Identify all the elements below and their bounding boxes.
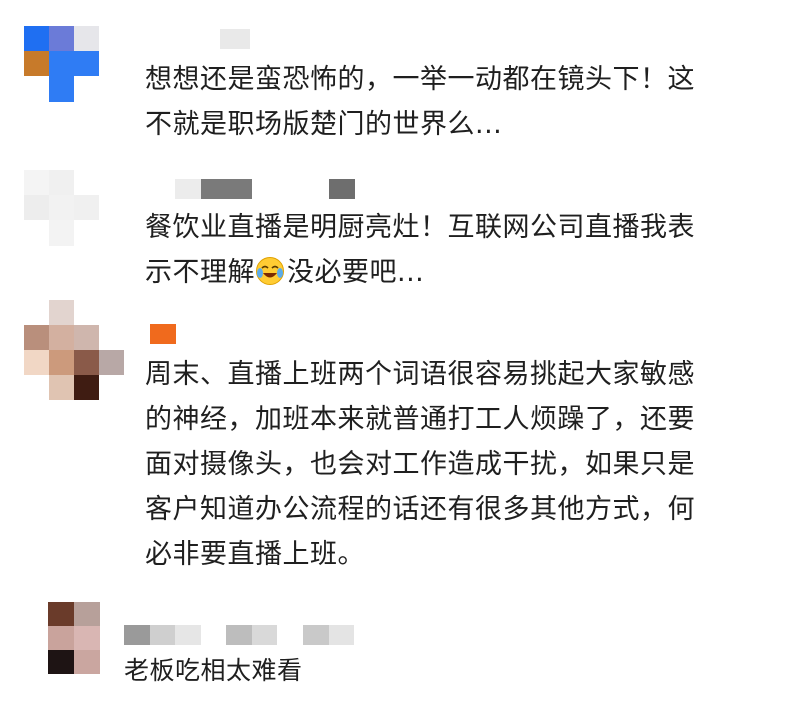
avatar-pixel [74, 602, 100, 626]
avatar-pixel [74, 350, 99, 375]
avatar-pixel [49, 51, 74, 76]
avatar-pixel [99, 76, 124, 102]
avatar-pixel [24, 220, 49, 246]
avatar[interactable] [48, 602, 100, 674]
username-blur-block [302, 625, 329, 645]
username-blur-block [149, 625, 176, 645]
avatar-pixel [49, 195, 74, 220]
username-blur-block [226, 625, 252, 645]
avatar[interactable] [24, 26, 124, 102]
username-blur-block [277, 625, 303, 645]
avatar-pixel [99, 350, 124, 375]
username-blur-block [251, 625, 278, 645]
avatar-pixel [48, 602, 74, 626]
avatar-pixel [99, 195, 124, 220]
username-blur-block [226, 179, 253, 199]
avatar-pixel [49, 26, 74, 51]
avatar-pixel [74, 76, 99, 102]
username-blur-block [220, 29, 250, 49]
avatar[interactable] [24, 170, 124, 246]
avatar-pixel [99, 375, 124, 400]
avatar-pixel [49, 325, 74, 350]
username-blur-block [175, 179, 201, 199]
comment-text: 餐饮业直播是明厨亮灶！互联网公司直播我表 示不理解 没必要吧... [145, 205, 785, 295]
avatar-pixel [74, 220, 99, 246]
avatar-pixel [49, 220, 74, 246]
avatar-pixel [99, 51, 124, 76]
avatar-pixel [24, 170, 49, 195]
username-blurred[interactable] [175, 179, 356, 199]
avatar-pixel [24, 51, 49, 76]
avatar-pixel [74, 26, 99, 51]
avatar-pixel [49, 76, 74, 102]
avatar-pixel [74, 626, 100, 650]
username-blurred[interactable] [124, 625, 355, 645]
avatar-pixel [99, 300, 124, 325]
comment-text: 周末、直播上班两个词语很容易挑起大家敏感 的神经，加班本来就普通打工人烦躁了，还… [145, 359, 695, 570]
username-blurred[interactable] [220, 29, 250, 49]
avatar-pixel [74, 195, 99, 220]
username-blur-block [175, 625, 201, 645]
crying-laughing-emoji-icon [256, 257, 284, 285]
username-blur-block [150, 324, 176, 344]
comment-text-part: 没必要吧... [287, 257, 425, 288]
avatar-pixel [74, 650, 100, 674]
avatar-pixel [74, 325, 99, 350]
avatar-pixel [24, 350, 49, 375]
username-blur-block [329, 179, 356, 199]
username-blur-block [252, 179, 278, 199]
username-blur-block [303, 179, 330, 199]
avatar-pixel [99, 220, 124, 246]
avatar-pixel [24, 195, 49, 220]
avatar-pixel [74, 170, 99, 195]
username-blur-block [277, 179, 304, 199]
avatar-pixel [99, 325, 124, 350]
username-blurred[interactable] [150, 324, 176, 344]
avatar-pixel [99, 26, 124, 51]
avatar-pixel [24, 300, 49, 325]
avatar-pixel [48, 626, 74, 650]
avatar-pixel [74, 300, 99, 325]
avatar-pixel [49, 350, 74, 375]
avatar-pixel [49, 375, 74, 400]
comment-text: 老板吃相太难看 [124, 656, 303, 685]
comment-text: 想想还是蛮恐怖的，一举一动都在镜头下！这 不就是职场版楚门的世界么... [145, 64, 695, 140]
username-blur-block [200, 179, 227, 199]
avatar[interactable] [24, 300, 124, 400]
avatar-pixel [24, 26, 49, 51]
avatar-pixel [49, 300, 74, 325]
username-blur-block [124, 625, 150, 645]
avatar-pixel [24, 76, 49, 102]
avatar-pixel [24, 375, 49, 400]
avatar-pixel [24, 325, 49, 350]
avatar-pixel [99, 170, 124, 195]
avatar-pixel [49, 170, 74, 195]
username-blur-block [328, 625, 355, 645]
username-blur-block [200, 625, 227, 645]
avatar-pixel [48, 650, 74, 674]
avatar-pixel [74, 375, 99, 400]
avatar-pixel [74, 51, 99, 76]
